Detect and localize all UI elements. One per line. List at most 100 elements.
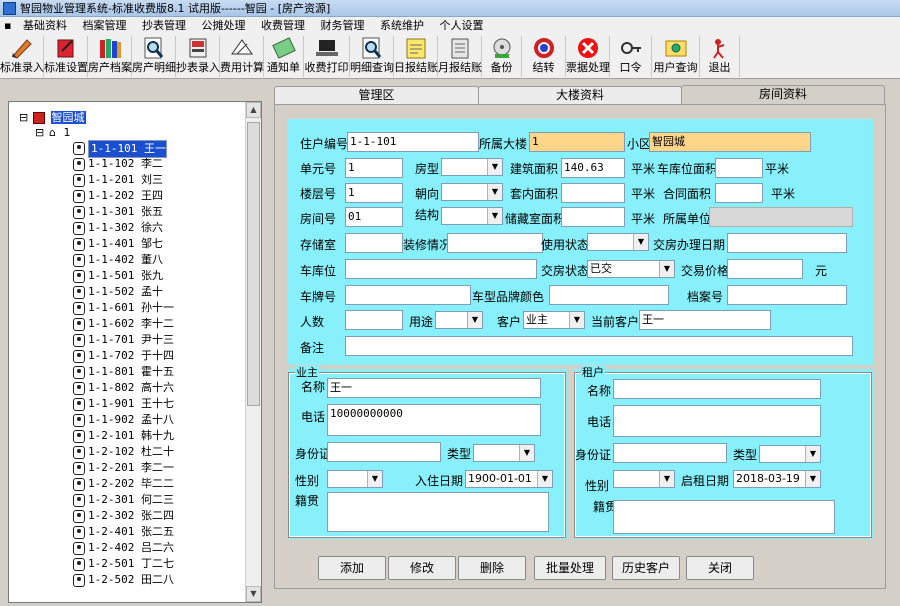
use-status-select[interactable]: ▼ — [587, 233, 649, 251]
current-customer-field[interactable]: 王一 — [639, 310, 771, 330]
tree-room-item[interactable]: 1-1-901 王十七 — [73, 396, 174, 412]
menu-share[interactable]: 公摊处理 — [195, 17, 251, 34]
storage-field[interactable] — [345, 233, 403, 253]
tenant-id-card-field[interactable] — [613, 443, 727, 463]
tree-room-item[interactable]: 1-1-302 徐六 — [73, 220, 163, 236]
owner-gender-select[interactable]: ▼ — [327, 470, 383, 488]
tree-room-item[interactable]: 1-1-301 张五 — [73, 204, 163, 220]
toolbar-button-monthly-close[interactable]: 月报结账 — [438, 36, 482, 77]
zhuhu-no-field[interactable]: 1-1-101 — [347, 132, 479, 152]
delete-button[interactable]: 删除 — [458, 556, 526, 580]
system-menu-icon[interactable]: ▪ — [0, 17, 13, 34]
toolbar-button-ticket[interactable]: 票据处理 — [566, 36, 610, 77]
toolbar-button-password[interactable]: 口令 — [610, 36, 652, 77]
tenant-gender-select[interactable]: ▼ — [613, 470, 675, 488]
tree-room-item[interactable]: 1-1-601 孙十一 — [73, 300, 174, 316]
tree-expander[interactable]: ⊟ — [19, 110, 28, 125]
archive-no-field[interactable] — [727, 285, 847, 305]
toolbar-button-property-archive[interactable]: 房产档案 — [88, 36, 132, 77]
decoration-field[interactable] — [447, 233, 543, 253]
toolbar-button-standard-settings[interactable]: 标准设置 — [44, 36, 88, 77]
tree-room-item[interactable]: 1-1-902 孟十八 — [73, 412, 174, 428]
unit-no-field[interactable]: 1 — [345, 158, 403, 178]
menu-personal[interactable]: 个人设置 — [433, 17, 489, 34]
menu-archive[interactable]: 档案管理 — [76, 17, 132, 34]
room-no-field[interactable]: 01 — [345, 207, 403, 227]
tenant-name-field[interactable] — [613, 379, 821, 399]
menu-system[interactable]: 系统维护 — [374, 17, 430, 34]
contract-area-field[interactable] — [715, 183, 763, 203]
tree-room-item[interactable]: 1-1-802 高十六 — [73, 380, 174, 396]
tenant-native-field[interactable] — [613, 500, 835, 534]
menu-meter[interactable]: 抄表管理 — [136, 17, 192, 34]
structure-select[interactable]: ▼ — [441, 207, 503, 225]
tree-room-item[interactable]: 1-2-102 杜二十 — [73, 444, 174, 460]
tree-room-item[interactable]: 1-1-202 王四 — [73, 188, 163, 204]
tab-building-data[interactable]: 大楼资料 — [478, 86, 682, 104]
add-button[interactable]: 添加 — [318, 556, 386, 580]
owner-type-select[interactable]: ▼ — [473, 444, 535, 462]
handover-date-field[interactable] — [727, 233, 847, 253]
tree-room-item[interactable]: 1-1-201 刘三 — [73, 172, 163, 188]
trade-price-field[interactable] — [727, 259, 803, 279]
house-type-select[interactable]: ▼ — [441, 158, 503, 176]
toolbar-button-meter-entry[interactable]: 抄表录入 — [176, 36, 220, 77]
remark-field[interactable] — [345, 336, 853, 356]
tree-room-item[interactable]: 1-1-602 李十二 — [73, 316, 174, 332]
inner-area-field[interactable] — [561, 183, 625, 203]
tree-room-item[interactable]: 1-1-101 王一 — [73, 140, 167, 158]
customer-select[interactable]: 业主 ▼ — [523, 311, 585, 329]
menu-basic-data[interactable]: 基础资料 — [17, 17, 73, 34]
tenant-phone-field[interactable] — [613, 405, 821, 437]
toolbar-button-user-query[interactable]: 用户查询 — [652, 36, 700, 77]
orientation-select[interactable]: ▼ — [441, 183, 503, 201]
owner-id-card-field[interactable] — [327, 442, 441, 462]
scroll-up-icon[interactable]: ▲ — [246, 102, 261, 118]
people-field[interactable] — [345, 310, 403, 330]
edit-button[interactable]: 修改 — [388, 556, 456, 580]
owner-native-field[interactable] — [327, 492, 549, 532]
toolbar-button-standard-entry[interactable]: 标准录入 — [0, 36, 44, 77]
garage-field[interactable] — [345, 259, 537, 279]
tree-room-item[interactable]: 1-1-502 孟十 — [73, 284, 163, 300]
handover-status-select[interactable]: 已交 ▼ — [587, 260, 675, 278]
garage-area-field[interactable] — [715, 158, 763, 178]
menu-finance[interactable]: 财务管理 — [314, 17, 370, 34]
tree-room-item[interactable]: 1-1-701 尹十三 — [73, 332, 174, 348]
toolbar-button-notice[interactable]: 通知单 — [264, 36, 304, 77]
tree-expander[interactable]: ⊟ — [35, 125, 44, 140]
close-button[interactable]: 关闭 — [686, 556, 754, 580]
scrollbar-thumb[interactable] — [247, 122, 260, 406]
plate-field[interactable] — [345, 285, 471, 305]
tab-management-area[interactable]: 管理区 — [274, 86, 479, 104]
build-area-field[interactable]: 140.63 — [561, 158, 625, 178]
tree-scrollbar[interactable]: ▲ ▼ — [245, 102, 261, 602]
history-customer-button[interactable]: 历史客户 — [612, 556, 680, 580]
toolbar-button-property-detail[interactable]: 房产明细 — [132, 36, 176, 77]
toolbar-button-charge-print[interactable]: 收费打印 — [304, 36, 350, 77]
tenant-type-select[interactable]: ▼ — [759, 445, 821, 463]
owner-move-in-date[interactable]: 1900-01-01 ▼ — [465, 470, 553, 488]
owner-name-field[interactable]: 王一 — [327, 378, 541, 398]
toolbar-button-detail-query[interactable]: 明细查询 — [350, 36, 394, 77]
tree-room-item[interactable]: 1-2-301 何二三 — [73, 492, 174, 508]
tree-room-item[interactable]: 1-2-201 李二一 — [73, 460, 174, 476]
storage-area-field[interactable] — [561, 207, 625, 227]
tree-room-item[interactable]: 1-1-702 于十四 — [73, 348, 174, 364]
batch-process-button[interactable]: 批量处理 — [534, 556, 606, 580]
building-field[interactable]: 1 — [529, 132, 625, 152]
toolbar-button-daily-close[interactable]: 日报结账 — [394, 36, 438, 77]
scroll-down-icon[interactable]: ▼ — [246, 586, 261, 602]
tree-room-item[interactable]: 1-2-501 丁二七 — [73, 556, 174, 572]
tree-root[interactable]: 智园城 — [33, 110, 86, 125]
toolbar-button-carryover[interactable]: 结转 — [522, 36, 566, 77]
xiaoqu-field[interactable]: 智园城 — [649, 132, 811, 152]
tree-room-item[interactable]: 1-2-101 韩十九 — [73, 428, 174, 444]
tree-room-item[interactable]: 1-1-102 李二 — [73, 156, 163, 172]
tree-room-item[interactable]: 1-2-402 吕二六 — [73, 540, 174, 556]
tree-room-item[interactable]: 1-2-202 毕二二 — [73, 476, 174, 492]
car-model-field[interactable] — [549, 285, 669, 305]
usage-select[interactable]: ▼ — [435, 311, 483, 329]
tree-room-item[interactable]: 1-1-402 董八 — [73, 252, 163, 268]
tree-building[interactable]: ⌂ 1 — [49, 125, 70, 140]
